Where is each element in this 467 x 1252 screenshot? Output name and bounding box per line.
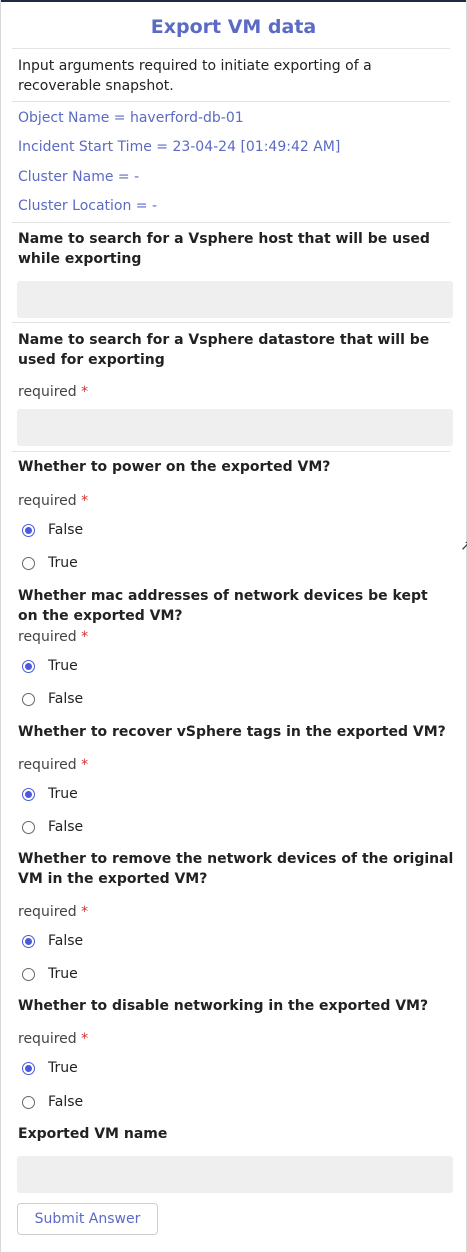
required-star: * [81, 384, 89, 400]
cluster-location-info: Cluster Location = - [18, 198, 158, 214]
required-label: required * [18, 627, 448, 647]
left-border [0, 0, 1, 1252]
option-label: False [48, 933, 84, 949]
option-label: False [48, 691, 84, 707]
divider [12, 48, 450, 49]
divider [12, 322, 450, 323]
radio-selected-icon [22, 787, 35, 801]
required-label: required * [18, 382, 448, 402]
radio-selected-icon [22, 659, 35, 673]
incident-start-info: Incident Start Time = 23-04-24 [01:49:42… [18, 139, 341, 155]
disable-network-question: Whether to disable networking in the exp… [18, 998, 429, 1014]
option-label: True [48, 786, 78, 802]
tags-option-false[interactable]: False [22, 816, 83, 838]
option-label: True [48, 966, 78, 982]
required-star: * [81, 757, 89, 773]
option-label: False [48, 1094, 84, 1110]
divider [12, 451, 450, 452]
required-star: * [81, 493, 89, 509]
required-label: required * [18, 902, 448, 922]
required-star: * [81, 1031, 89, 1047]
option-label: False [48, 819, 84, 835]
form-description: Input arguments required to initiate exp… [18, 58, 372, 94]
divider [12, 222, 450, 223]
required-label: required * [18, 491, 448, 511]
divider [12, 101, 450, 102]
mouse-cursor-icon: ↗ [460, 538, 467, 554]
option-label: True [48, 555, 78, 571]
radio-unselected-icon [22, 967, 35, 981]
power-on-option-false[interactable]: False [22, 519, 83, 541]
radio-unselected-icon [22, 556, 35, 570]
radio-selected-icon [22, 523, 35, 537]
required-text: required [18, 904, 77, 920]
submit-answer-button[interactable]: Submit Answer [17, 1203, 158, 1235]
mac-option-false[interactable]: False [22, 688, 83, 710]
required-text: required [18, 757, 77, 773]
required-text: required [18, 493, 77, 509]
host-search-input[interactable] [17, 281, 453, 318]
vm-name-question: Exported VM name [18, 1126, 168, 1142]
required-text: required [18, 629, 77, 645]
required-star: * [81, 904, 89, 920]
radio-unselected-icon [22, 820, 35, 834]
tags-option-true[interactable]: True [22, 783, 78, 805]
radio-selected-icon [22, 1061, 35, 1075]
object-name-info: Object Name = haverford-db-01 [18, 110, 244, 126]
remove-network-option-false[interactable]: False [22, 930, 83, 952]
page-title: Export VM data [150, 16, 317, 38]
radio-selected-icon [22, 934, 35, 948]
datastore-question: Name to search for a Vsphere datastore t… [18, 332, 430, 368]
remove-network-question: Whether to remove the network devices of… [18, 851, 454, 887]
host-question: Name to search for a Vsphere host that w… [18, 231, 430, 267]
required-star: * [81, 629, 89, 645]
required-label: required * [18, 1029, 448, 1049]
datastore-search-input[interactable] [17, 409, 453, 446]
required-text: required [18, 1031, 77, 1047]
power-on-question: Whether to power on the exported VM? [18, 459, 331, 475]
disable-network-option-false[interactable]: False [22, 1091, 83, 1113]
mac-option-true[interactable]: True [22, 655, 78, 677]
mac-question: Whether mac addresses of network devices… [18, 588, 428, 624]
cluster-name-info: Cluster Name = - [18, 169, 140, 185]
required-text: required [18, 384, 77, 400]
tags-question: Whether to recover vSphere tags in the e… [18, 724, 446, 740]
disable-network-option-true[interactable]: True [22, 1057, 78, 1079]
radio-unselected-icon [22, 1095, 35, 1109]
option-label: True [48, 658, 78, 674]
required-label: required * [18, 755, 448, 775]
power-on-option-true[interactable]: True [22, 552, 78, 574]
vm-name-input[interactable] [17, 1156, 453, 1193]
remove-network-option-true[interactable]: True [22, 963, 78, 985]
radio-unselected-icon [22, 692, 35, 706]
option-label: True [48, 1060, 78, 1076]
option-label: False [48, 522, 84, 538]
top-border [0, 0, 467, 2]
